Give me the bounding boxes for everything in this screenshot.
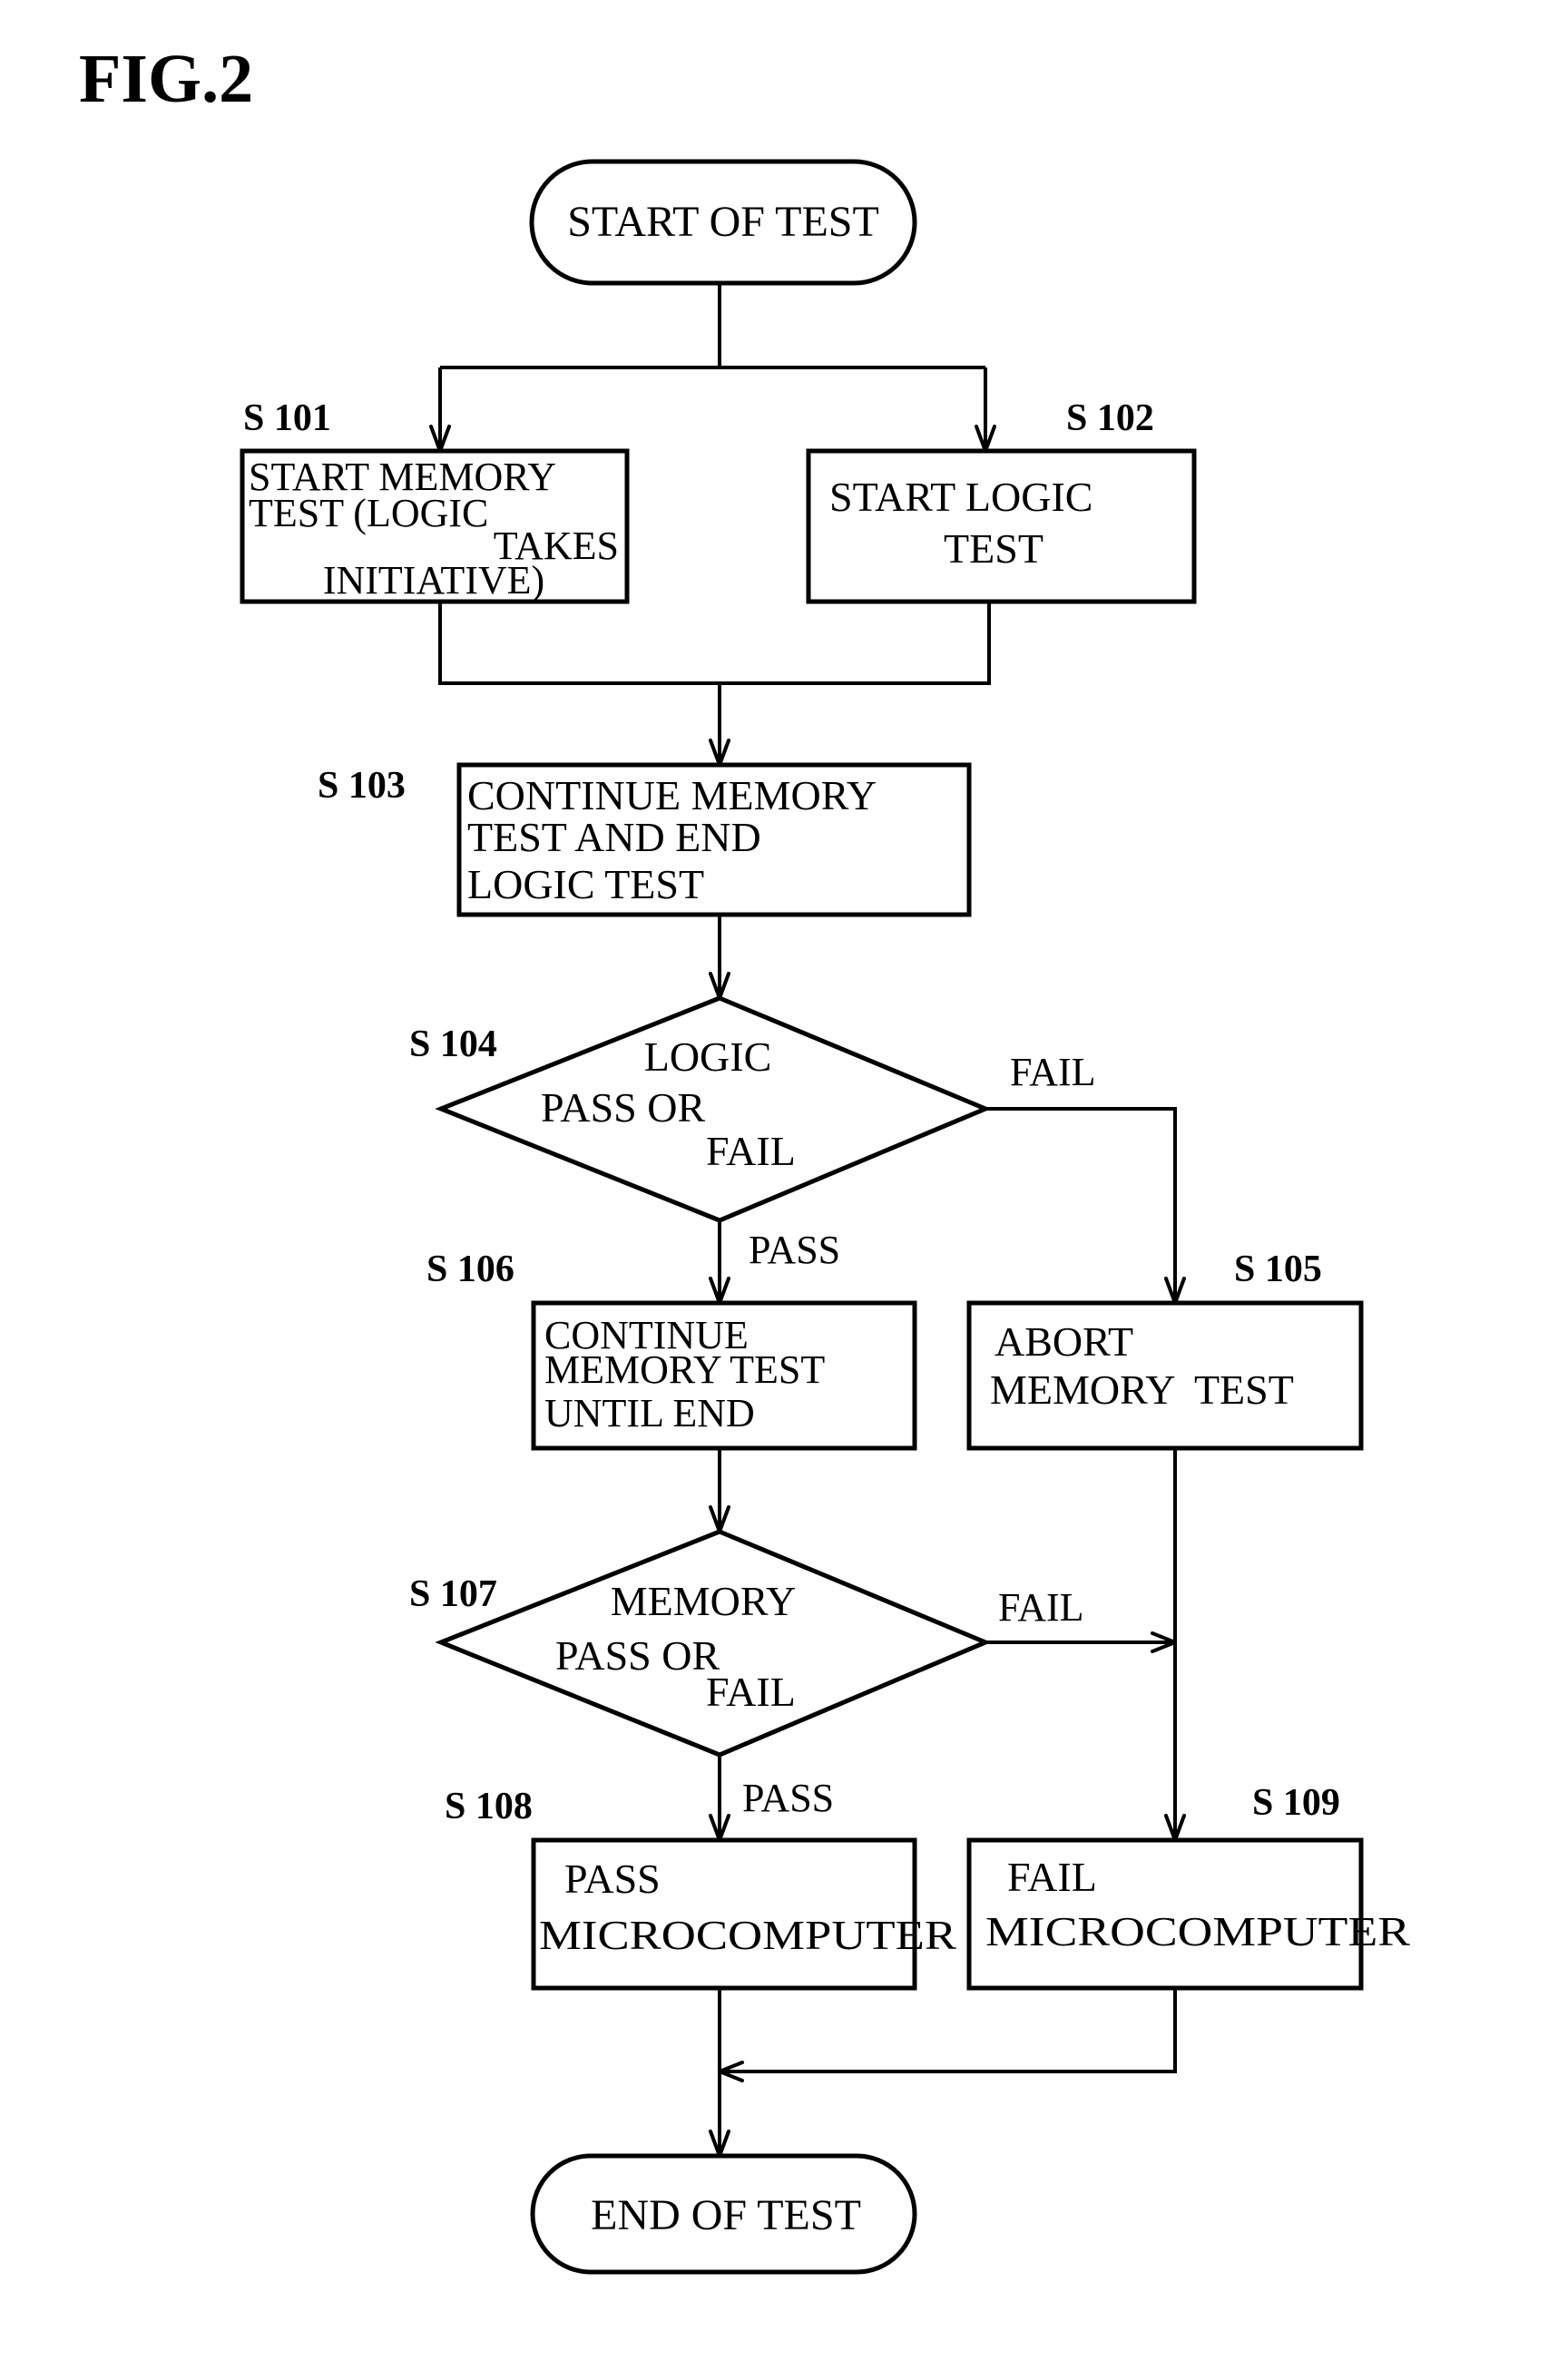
edge-s104-fail — [985, 1107, 1177, 1303]
figure-title: FIG.2 — [79, 41, 253, 117]
decision-diamond-s104 — [435, 995, 992, 1223]
step-text-s103-line1: CONTINUE MEMORY — [467, 772, 877, 818]
step-text-s106-line3: UNTIL END — [544, 1391, 755, 1435]
decision-text-s107-line3: FAIL — [706, 1669, 796, 1715]
decision-text-s104-line1: LOGIC — [644, 1033, 772, 1080]
step-id-s104: S 104 — [409, 1023, 497, 1065]
step-text-s105-line1: ABORT — [994, 1318, 1133, 1365]
step-text-s105-line2: MEMORY TEST — [990, 1366, 1294, 1413]
step-s109: S 109 FAIL MICROCOMPUTER — [966, 1782, 1410, 1991]
edge-label-s104-pass: PASS — [749, 1228, 840, 1272]
step-text-s101-line4: INITIATIVE) — [323, 558, 544, 602]
decision-text-s107-line2: PASS OR — [555, 1632, 720, 1679]
step-text-s108-line2: MICROCOMPUTER — [539, 1912, 956, 1958]
step-text-s103-line3: LOGIC TEST — [467, 861, 704, 907]
step-id-s108: S 108 — [445, 1786, 533, 1827]
step-s101: S 101 START MEMORY TEST (LOGIC TAKES INI… — [240, 397, 630, 604]
step-id-s102: S 102 — [1066, 397, 1154, 439]
step-id-s101: S 101 — [243, 397, 331, 439]
step-text-s101-line2: TEST (LOGIC — [249, 491, 488, 535]
step-text-s109-line1: FAIL — [1007, 1854, 1097, 1900]
edge-merge — [438, 602, 991, 685]
step-id-s109: S 109 — [1252, 1782, 1340, 1824]
step-s108: S 108 PASS MICROCOMPUTER — [445, 1786, 956, 1991]
decision-s107: S 107 MEMORY PASS OR FAIL FAIL PASS — [409, 1529, 1084, 1820]
decision-s104: S 104 LOGIC PASS OR FAIL FAIL PASS — [409, 995, 1096, 1272]
step-text-s106-line2: MEMORY TEST — [544, 1347, 825, 1392]
end-terminal: END OF TEST — [530, 2153, 917, 2275]
step-id-s103: S 103 — [318, 765, 406, 807]
step-id-s105: S 105 — [1234, 1249, 1322, 1290]
flowchart: FIG.2 START OF TEST S 101 START MEMORY T… — [79, 41, 1410, 2275]
step-id-s107: S 107 — [409, 1573, 497, 1615]
step-text-s109-line2: MICROCOMPUTER — [985, 1908, 1410, 1954]
edge-s109-join — [720, 1988, 1177, 2073]
step-id-s106: S 106 — [426, 1249, 514, 1290]
decision-text-s104-line3: FAIL — [706, 1128, 796, 1174]
start-terminal-label: START OF TEST — [567, 198, 879, 246]
decision-text-s107-line1: MEMORY — [611, 1578, 796, 1624]
step-text-s103-line2: TEST AND END — [467, 814, 761, 860]
step-s102: S 102 START LOGIC TEST — [806, 397, 1197, 604]
decision-text-s104-line2: PASS OR — [541, 1084, 705, 1131]
step-s103: S 103 CONTINUE MEMORY TEST AND END LOGIC… — [318, 762, 972, 917]
start-terminal: START OF TEST — [529, 159, 917, 286]
edge-label-s107-pass: PASS — [742, 1776, 834, 1820]
step-text-s108-line1: PASS — [564, 1856, 661, 1902]
edge-label-s107-fail: FAIL — [998, 1585, 1084, 1630]
step-text-s102-line2: TEST — [944, 525, 1043, 572]
step-text-s102-line1: START LOGIC — [829, 474, 1092, 520]
end-terminal-label: END OF TEST — [591, 2191, 861, 2239]
step-s106: S 106 CONTINUE MEMORY TEST UNTIL END — [426, 1249, 917, 1451]
edge-label-s104-fail: FAIL — [1010, 1050, 1096, 1094]
